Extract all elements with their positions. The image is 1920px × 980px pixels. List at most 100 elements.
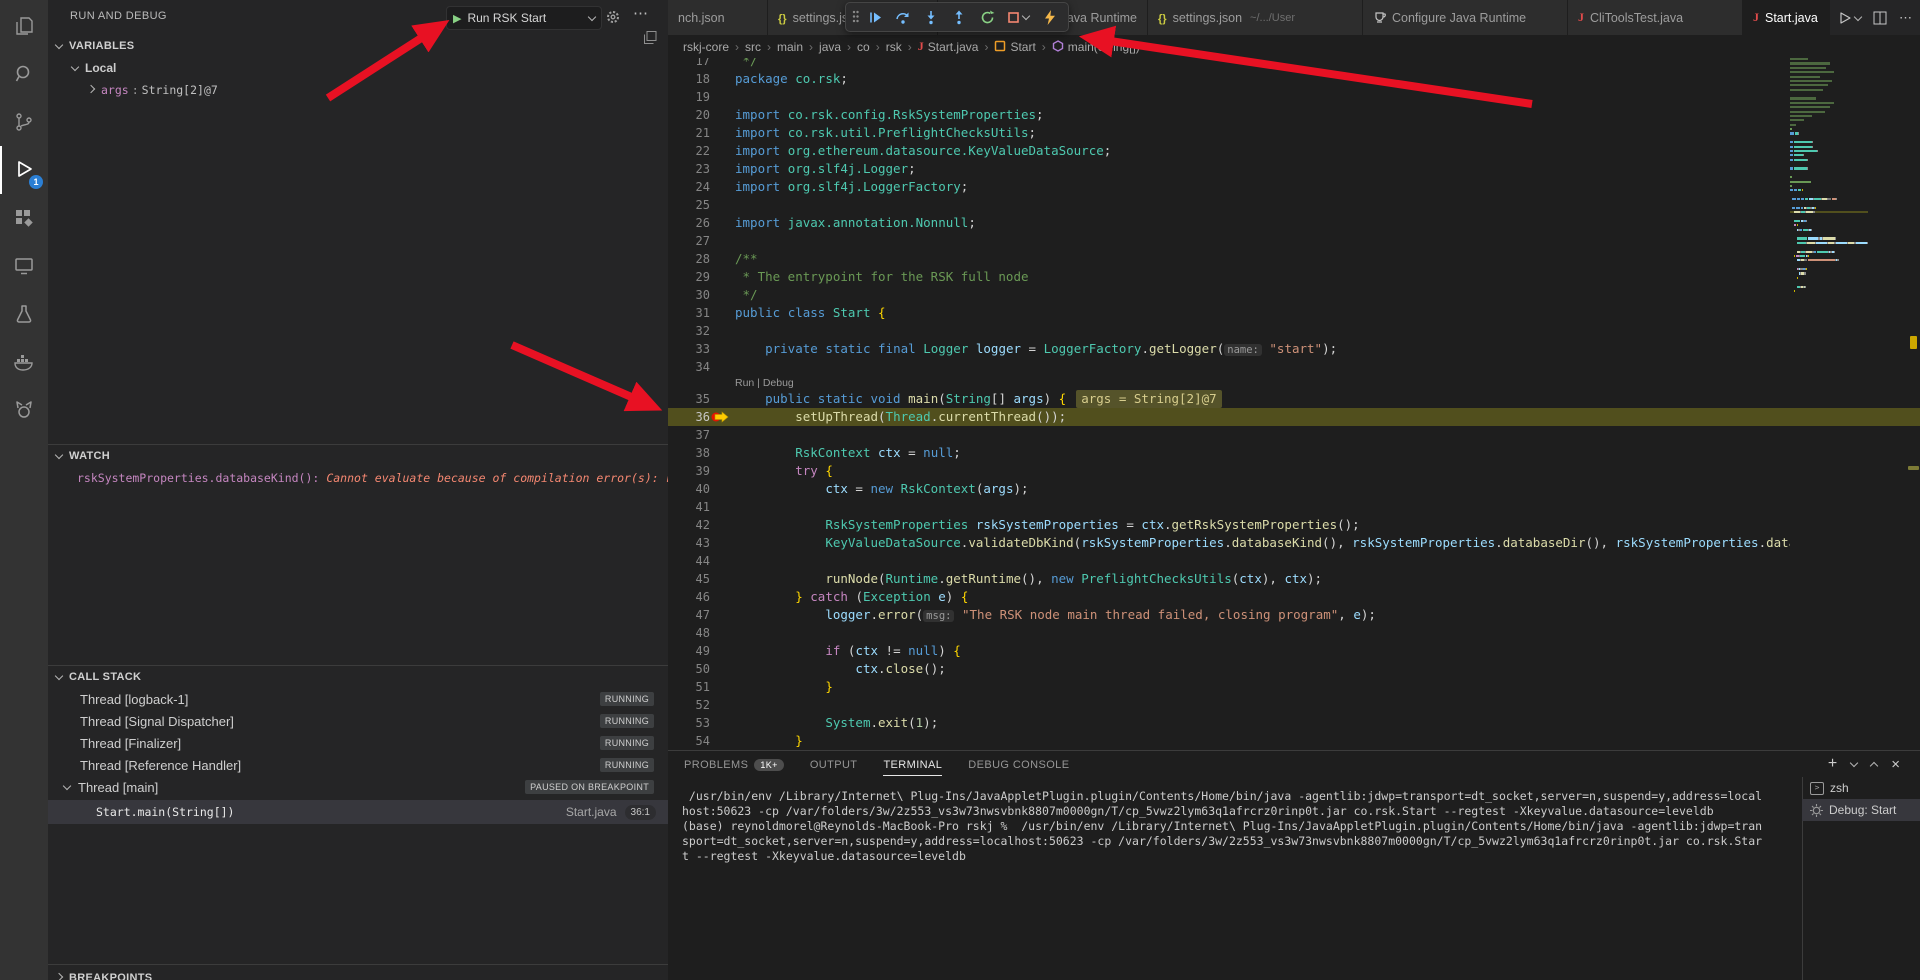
launch-config-dropdown[interactable]: ▶ Run RSK Start [446, 6, 602, 30]
run-java-button[interactable] [1838, 11, 1861, 25]
code-line-36[interactable]: 36 setUpThread(Thread.currentThread()); [668, 408, 1920, 426]
breadcrumb-item-start-java[interactable]: JStart.java [918, 39, 979, 54]
chevron-down-icon[interactable] [1850, 759, 1858, 767]
breadcrumb-item-main-string-[interactable]: main(String[]) [1052, 40, 1140, 54]
code-line-33[interactable]: 33 private static final Logger logger = … [668, 340, 1920, 358]
code-line-23[interactable]: 23import org.slf4j.Logger; [668, 160, 1920, 178]
new-terminal-icon[interactable]: + [1828, 755, 1837, 773]
code-line-29[interactable]: 29 * The entrypoint for the RSK full nod… [668, 268, 1920, 286]
activity-bar-item-source-control[interactable] [0, 98, 48, 146]
breadcrumb-item-java[interactable]: java [819, 40, 841, 54]
code-line-20[interactable]: 20import co.rsk.config.RskSystemProperti… [668, 106, 1920, 124]
call-stack-section-header[interactable]: CALL STACK [48, 667, 668, 687]
code-line-42[interactable]: 42 RskSystemProperties rskSystemProperti… [668, 516, 1920, 534]
code-line-31[interactable]: 31public class Start { [668, 304, 1920, 322]
hot-code-replace-button[interactable] [1037, 5, 1061, 29]
tab-nch-json[interactable]: nch.json [668, 0, 768, 35]
activity-bar-item-custom-extension[interactable] [0, 386, 48, 434]
code-line-24[interactable]: 24import org.slf4j.LoggerFactory; [668, 178, 1920, 196]
activity-bar-item-explorer[interactable] [0, 2, 48, 50]
code-line-25[interactable]: 25 [668, 196, 1920, 214]
panel-tab-output[interactable]: OUTPUT [810, 755, 858, 775]
code-line-21[interactable]: 21import co.rsk.util.PreflightChecksUtil… [668, 124, 1920, 142]
restart-button[interactable] [975, 5, 999, 29]
tab-settings-json[interactable]: {}settings.json~/.../User [1148, 0, 1363, 35]
overview-ruler[interactable] [1906, 58, 1920, 750]
code-line-47[interactable]: 47 logger.error(msg: "The RSK node main … [668, 606, 1920, 624]
code-line-39[interactable]: 39 try { [668, 462, 1920, 480]
tab-clitoolstest-java[interactable]: JCliToolsTest.java [1568, 0, 1743, 35]
code-line-46[interactable]: 46 } catch (Exception e) { [668, 588, 1920, 606]
codelens-run-link[interactable]: Run [735, 377, 754, 389]
code-line-52[interactable]: 52 [668, 696, 1920, 714]
activity-bar-item-search[interactable] [0, 50, 48, 98]
code-line-50[interactable]: 50 ctx.close(); [668, 660, 1920, 678]
variables-scope-local[interactable]: Local [48, 58, 668, 78]
code-line-44[interactable]: 44 [668, 552, 1920, 570]
call-stack-thread[interactable]: Thread [main]PAUSED ON BREAKPOINT [48, 776, 668, 798]
code-line-40[interactable]: 40 ctx = new RskContext(args); [668, 480, 1920, 498]
panel-tab-terminal[interactable]: TERMINAL [883, 755, 942, 776]
call-stack-thread[interactable]: Thread [logback-1]RUNNING [48, 688, 668, 710]
step-over-button[interactable] [891, 5, 915, 29]
code-line-19[interactable]: 19 [668, 88, 1920, 106]
code-line-32[interactable]: 32 [668, 322, 1920, 340]
breadcrumb-item-rsk[interactable]: rsk [886, 40, 902, 54]
terminal-list-item-debug-start[interactable]: Debug: Start [1802, 799, 1920, 821]
code-line-30[interactable]: 30 */ [668, 286, 1920, 304]
step-into-button[interactable] [919, 5, 943, 29]
breadcrumb-item-rskj-core[interactable]: rskj-core [683, 40, 729, 54]
code-line-26[interactable]: 26import javax.annotation.Nonnull; [668, 214, 1920, 232]
code-line-41[interactable]: 41 [668, 498, 1920, 516]
call-stack-thread[interactable]: Thread [Reference Handler]RUNNING [48, 754, 668, 776]
tab-configure-java-runtime[interactable]: Configure Java Runtime [1363, 0, 1568, 35]
breakpoints-section-header[interactable]: BREAKPOINTS [48, 968, 668, 980]
code-line-27[interactable]: 27 [668, 232, 1920, 250]
code-line-49[interactable]: 49 if (ctx != null) { [668, 642, 1920, 660]
more-actions-icon[interactable]: ⋯ [1899, 10, 1912, 26]
code-line-22[interactable]: 22import org.ethereum.datasource.KeyValu… [668, 142, 1920, 160]
watch-section-header[interactable]: WATCH [48, 446, 668, 466]
terminal-output[interactable]: /usr/bin/env /Library/Internet\ Plug-Ins… [682, 789, 1782, 864]
code-line-43[interactable]: 43 KeyValueDataSource.validateDbKind(rsk… [668, 534, 1920, 552]
code-line-45[interactable]: 45 runNode(Runtime.getRuntime(), new Pre… [668, 570, 1920, 588]
stop-button[interactable] [1003, 5, 1033, 29]
split-editor-icon[interactable] [1873, 11, 1887, 25]
minimap[interactable] [1790, 58, 1868, 750]
activity-bar-item-remote-explorer[interactable] [0, 242, 48, 290]
terminal-list-item-zsh[interactable]: >zsh [1802, 777, 1920, 799]
variable-args[interactable]: args: String[2]@7 [48, 80, 668, 100]
call-stack-frame-selected[interactable]: Start.main(String[])Start.java36:1 [48, 800, 668, 824]
panel-tab-debug-console[interactable]: DEBUG CONSOLE [968, 755, 1069, 775]
activity-bar-item-run-and-debug[interactable]: 1 [0, 146, 48, 194]
more-actions-icon[interactable]: ⋯ [633, 4, 649, 22]
code-line-54[interactable]: 54 } [668, 732, 1920, 750]
activity-bar-item-docker[interactable] [0, 338, 48, 386]
code-line-48[interactable]: 48 [668, 624, 1920, 642]
breakpoint-paused-icon[interactable] [710, 411, 730, 423]
toolbar-drag-handle[interactable] [852, 10, 859, 24]
codelens-debug-link[interactable]: Debug [763, 377, 794, 389]
maximize-panel-icon[interactable] [1870, 762, 1878, 770]
variables-section-header[interactable]: VARIABLES [48, 36, 668, 56]
code-line-35[interactable]: 35 public static void main(String[] args… [668, 390, 1920, 408]
activity-bar-item-testing[interactable] [0, 290, 48, 338]
code-line-37[interactable]: 37 [668, 426, 1920, 444]
breadcrumb-item-co[interactable]: co [857, 40, 870, 54]
breadcrumb-item-start[interactable]: Start [994, 40, 1035, 54]
call-stack-thread[interactable]: Thread [Finalizer]RUNNING [48, 732, 668, 754]
breadcrumb-item-src[interactable]: src [745, 40, 761, 54]
code-editor[interactable]: 17 */18package co.rsk;1920import co.rsk.… [668, 58, 1920, 750]
breadcrumb-item-main[interactable]: main [777, 40, 803, 54]
code-line-38[interactable]: 38 RskContext ctx = null; [668, 444, 1920, 462]
panel-tab-problems[interactable]: PROBLEMS1K+ [684, 755, 784, 775]
code-line-51[interactable]: 51 } [668, 678, 1920, 696]
activity-bar-item-extensions[interactable] [0, 194, 48, 242]
code-line-28[interactable]: 28/** [668, 250, 1920, 268]
code-line-53[interactable]: 53 System.exit(1); [668, 714, 1920, 732]
code-line-34[interactable]: 34 [668, 358, 1920, 376]
code-line-18[interactable]: 18package co.rsk; [668, 70, 1920, 88]
watch-expression-row[interactable]: rskSystemProperties.databaseKind(): Cann… [48, 468, 668, 488]
code-line-17[interactable]: 17 */ [668, 58, 1920, 70]
step-out-button[interactable] [947, 5, 971, 29]
